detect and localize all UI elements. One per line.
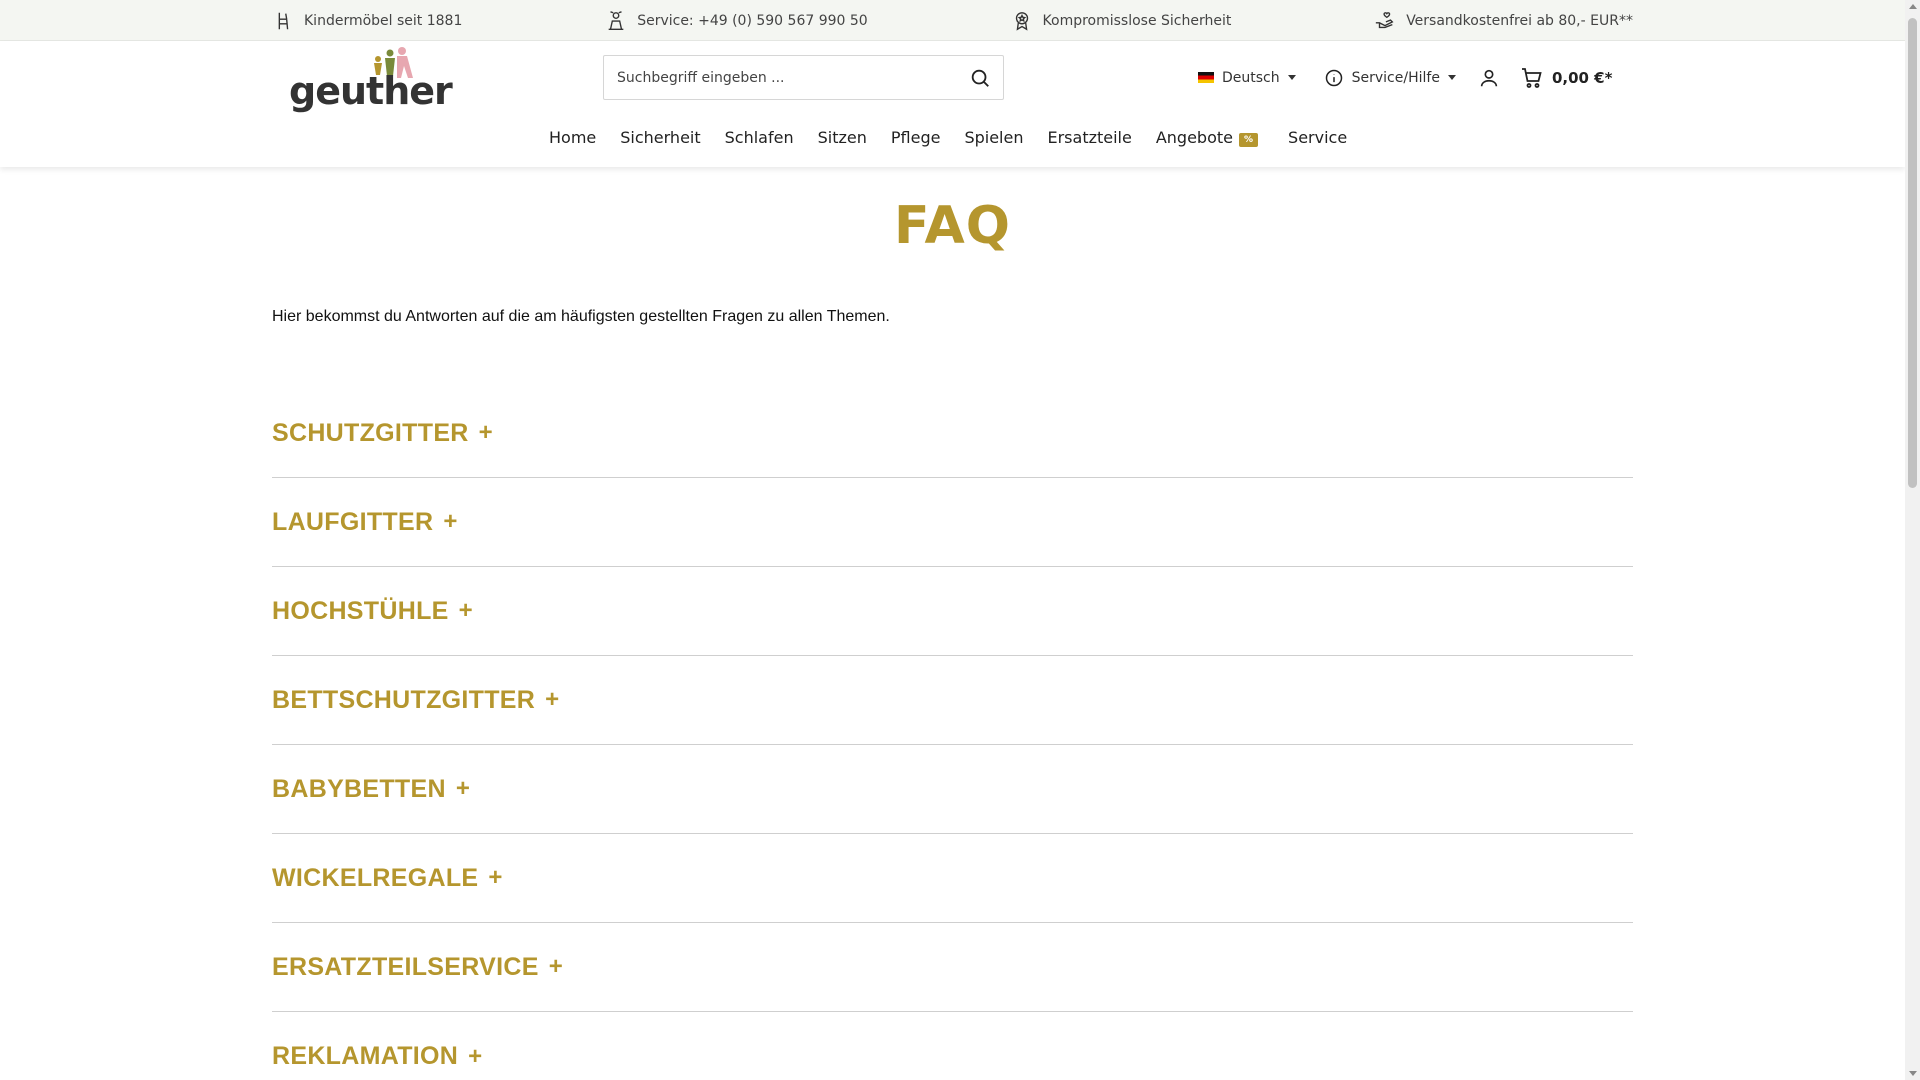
usp-service[interactable]: Service: +49 (0) 590 567 990 50 — [605, 10, 868, 32]
faq-category-laufgitter[interactable]: LAUFGITTER + — [272, 478, 1633, 567]
usp-shipping: Versandkostenfrei ab 80,- EUR** — [1374, 10, 1633, 32]
nav-item-service[interactable]: Service — [1288, 128, 1347, 147]
faq-category-label: HOCHSTÜHLE — [272, 596, 449, 625]
usp-tradition-text: Kindermöbel seit 1881 — [304, 12, 463, 29]
faq-category-bettschutzgitter[interactable]: BETTSCHUTZGITTER + — [272, 656, 1633, 745]
service-help-dropdown[interactable]: Service/Hilfe — [1324, 68, 1456, 88]
plus-icon: + — [468, 1042, 483, 1070]
search-box — [603, 55, 1004, 100]
faq-category-label: LAUFGITTER — [272, 507, 434, 536]
service-help-label: Service/Hilfe — [1351, 69, 1440, 86]
faq-category-label: REKLAMATION — [272, 1042, 459, 1070]
top-info-bar: Kindermöbel seit 1881 Service: +49 (0) 5… — [0, 0, 1905, 41]
faq-category-babybetten[interactable]: BABYBETTEN + — [272, 745, 1633, 834]
scroll-down-arrow-icon[interactable] — [1909, 1071, 1917, 1076]
faq-category-reklamation[interactable]: REKLAMATION + — [272, 1012, 1633, 1080]
german-flag-icon — [1198, 72, 1214, 83]
language-selector[interactable]: Deutsch — [1198, 70, 1296, 86]
cart-button[interactable]: 0,00 €* — [1520, 66, 1613, 90]
logo[interactable]: geuther — [286, 47, 453, 113]
faq-category-label: BABYBETTEN — [272, 774, 446, 803]
plus-icon: + — [458, 597, 473, 624]
nav-item-angebote-label: Angebote — [1155, 128, 1233, 147]
plus-icon: + — [548, 953, 563, 980]
nav-item-angebote[interactable]: Angebote % — [1155, 128, 1259, 147]
plus-icon: + — [455, 775, 470, 802]
info-icon — [1325, 69, 1342, 86]
chevron-down-icon — [1287, 75, 1296, 80]
faq-category-label: BETTSCHUTZGITTER — [272, 685, 536, 714]
search-input[interactable] — [604, 69, 944, 86]
faq-category-hochstuehle[interactable]: HOCHSTÜHLE + — [272, 567, 1633, 656]
page-title: FAQ — [893, 196, 1011, 256]
nav-item-sicherheit[interactable]: Sicherheit — [620, 128, 700, 147]
nav-item-spielen[interactable]: Spielen — [964, 128, 1023, 147]
faq-category-label: SCHUTZGITTER — [272, 418, 469, 447]
header-actions: Deutsch Service/Hilfe 0,00 €* — [1198, 55, 1612, 100]
faq-category-wickelregale[interactable]: WICKELREGALE + — [272, 834, 1633, 923]
service-person-icon — [608, 10, 624, 30]
nav-item-ersatzteile[interactable]: Ersatzteile — [1047, 128, 1131, 147]
nav-item-sitzen[interactable]: Sitzen — [818, 128, 867, 147]
faq-accordion: SCHUTZGITTER + LAUFGITTER + HOCHSTÜHLE +… — [272, 389, 1633, 1080]
nav-item-home[interactable]: Home — [549, 128, 596, 147]
chevron-down-icon — [1447, 75, 1456, 80]
award-icon — [1015, 11, 1028, 31]
faq-category-schutzgitter[interactable]: SCHUTZGITTER + — [272, 389, 1633, 478]
sale-badge: % — [1239, 132, 1259, 147]
usp-tradition: Kindermöbel seit 1881 — [272, 10, 462, 32]
plus-icon: + — [478, 419, 493, 446]
scrollbar-thumb[interactable] — [1908, 18, 1917, 488]
faq-category-ersatzteilservice[interactable]: ERSATZTEILSERVICE + — [272, 923, 1633, 1012]
cart-total: 0,00 €* — [1551, 68, 1613, 87]
scroll-up-arrow-icon[interactable] — [1909, 4, 1917, 9]
faq-category-label: ERSATZTEILSERVICE — [272, 952, 539, 981]
plus-icon: + — [488, 864, 503, 891]
usp-service-text: Service: +49 (0) 590 567 990 50 — [637, 12, 868, 29]
nav-item-schlafen[interactable]: Schlafen — [725, 128, 794, 147]
faq-category-label: WICKELREGALE — [272, 863, 479, 892]
language-label: Deutsch — [1222, 69, 1280, 86]
nav-item-pflege[interactable]: Pflege — [891, 128, 941, 147]
plus-icon: + — [545, 686, 560, 713]
usp-safety: Kompromisslose Sicherheit — [1011, 10, 1232, 32]
main-navigation: Home Sicherheit Schlafen Sitzen Pflege S… — [549, 128, 1371, 147]
highchair-icon — [278, 12, 289, 29]
account-icon[interactable] — [1478, 67, 1500, 89]
hand-heart-icon — [1376, 11, 1394, 28]
site-header: geuther Deutsch Service/Hilfe 0,00 €* Ho… — [0, 41, 1905, 167]
logo-wordmark: geuther — [289, 69, 453, 113]
cart-icon — [1521, 67, 1542, 88]
plus-icon: + — [443, 508, 458, 535]
usp-shipping-text: Versandkostenfrei ab 80,- EUR** — [1406, 12, 1633, 29]
faq-intro-text: Hier bekommst du Antworten auf die am hä… — [272, 308, 890, 325]
usp-safety-text: Kompromisslose Sicherheit — [1042, 12, 1232, 29]
search-icon[interactable] — [969, 67, 991, 89]
page-scrollbar[interactable] — [1905, 0, 1920, 1080]
